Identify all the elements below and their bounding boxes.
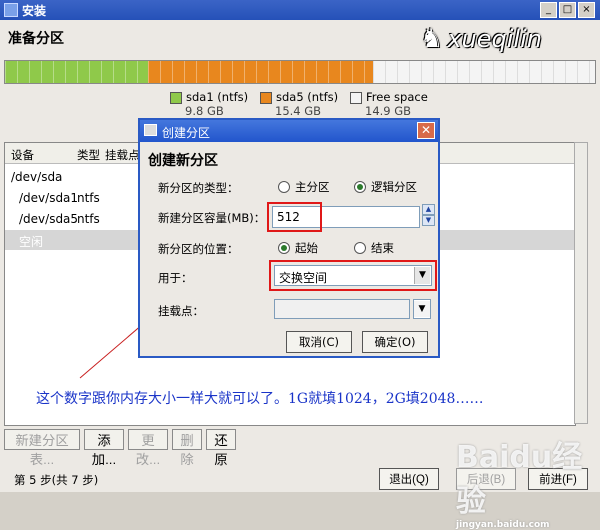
row-type: ntfs [77, 212, 100, 226]
page-title: 准备分区 [8, 31, 64, 47]
mount-label: 挂载点： [158, 304, 204, 318]
legend-item: sda1 (ntfs) 9.8 GB [170, 90, 248, 118]
legend-label: sda1 (ntfs) [186, 90, 249, 104]
new-partition-table-button[interactable]: 新建分区表... [4, 429, 80, 467]
app-icon [4, 3, 18, 17]
watermark-subtext: jingyan.baidu.com [456, 520, 550, 530]
color-swatch [350, 91, 362, 104]
dialog-icon [144, 124, 157, 136]
cancel-button[interactable]: 取消(C) [286, 331, 352, 353]
partition-type-label: 新分区的类型： [158, 181, 239, 195]
dialog-titlebar: 创建分区 ✕ [140, 120, 438, 142]
minimize-button[interactable]: _ [540, 2, 557, 18]
mount-point-dropdown[interactable]: ▼ [413, 299, 431, 319]
use-label: 用于： [158, 271, 193, 285]
legend-item: Free space 14.9 GB [350, 90, 428, 118]
step-indicator: 第 5 步(共 7 步) [14, 473, 99, 487]
radio-end-label: 结束 [371, 241, 394, 255]
dialog-heading: 创建新分区 [148, 153, 218, 169]
spin-up-icon[interactable]: ▲ [422, 204, 435, 215]
logo-text: xueqilin [447, 25, 542, 53]
row-device: /dev/sda [11, 170, 63, 184]
legend-label: sda5 (ntfs) [276, 90, 339, 104]
size-label: 新建分区容量(MB)： [158, 211, 266, 225]
radio-logical-label: 逻辑分区 [371, 180, 417, 194]
legend-size: 9.8 GB [185, 104, 224, 118]
annotation-text: 这个数字跟你内存大小一样大就可以了。1G就填1024，2G填2048…… [36, 391, 484, 407]
quit-button[interactable]: 退出(Q) [379, 468, 439, 490]
legend-size: 15.4 GB [275, 104, 322, 118]
window-titlebar: 安装 _ □ × [0, 0, 600, 20]
partition-segment-free [373, 61, 595, 83]
radio-start-label: 起始 [295, 241, 318, 255]
spin-down-icon[interactable]: ▼ [422, 215, 435, 226]
delete-partition-button[interactable]: 删除 [172, 429, 202, 467]
highlight-size [267, 202, 322, 232]
dragon-icon: ♞ [420, 24, 444, 54]
revert-button[interactable]: 还原 [206, 429, 236, 467]
window-title: 安装 [22, 4, 47, 18]
row-device: 空闲 [19, 235, 44, 249]
column-header-device[interactable]: 设备 [11, 147, 34, 163]
logo: ♞ xueqilin [420, 24, 590, 64]
partition-segment-sda1 [5, 61, 148, 83]
legend-size: 14.9 GB [365, 104, 412, 118]
table-scrollbar[interactable] [574, 142, 588, 424]
close-button[interactable]: × [578, 2, 595, 18]
dialog-title: 创建分区 [162, 126, 211, 140]
row-device: /dev/sda1 [19, 191, 79, 205]
column-header-mount[interactable]: 挂载点 [105, 147, 140, 163]
baidu-watermark: Baidu经验 jingyan.baidu.com [456, 432, 600, 530]
radio-logical[interactable]: 逻辑分区 [354, 179, 417, 195]
color-swatch [170, 91, 182, 104]
mount-point-combo[interactable] [274, 299, 410, 319]
radio-start[interactable]: 起始 [278, 240, 318, 256]
add-partition-button[interactable]: 添加... [84, 429, 124, 467]
size-spinner[interactable]: ▲ ▼ [422, 204, 435, 227]
row-type: ntfs [77, 191, 100, 205]
partition-bar [4, 60, 596, 84]
column-header-type[interactable]: 类型 [77, 147, 100, 163]
partition-segment-sda5 [148, 61, 373, 83]
ok-button[interactable]: 确定(O) [362, 331, 428, 353]
radio-end[interactable]: 结束 [354, 240, 394, 256]
change-partition-button[interactable]: 更改... [128, 429, 168, 467]
legend-item: sda5 (ntfs) 15.4 GB [260, 90, 338, 118]
maximize-button[interactable]: □ [559, 2, 576, 18]
radio-primary-label: 主分区 [295, 180, 330, 194]
highlight-use-as [269, 260, 437, 291]
color-swatch [260, 91, 272, 104]
chevron-down-icon: ▼ [414, 301, 430, 317]
watermark-text: Baidu经验 [456, 440, 583, 519]
create-partition-dialog: 创建分区 ✕ 创建新分区 新分区的类型： 主分区 逻辑分区 新建分区容量(MB)… [138, 118, 440, 358]
row-device: /dev/sda5 [19, 212, 79, 226]
legend-label: Free space [366, 90, 428, 104]
radio-primary[interactable]: 主分区 [278, 179, 330, 195]
dialog-close-button[interactable]: ✕ [417, 122, 435, 139]
location-label: 新分区的位置： [158, 242, 239, 256]
